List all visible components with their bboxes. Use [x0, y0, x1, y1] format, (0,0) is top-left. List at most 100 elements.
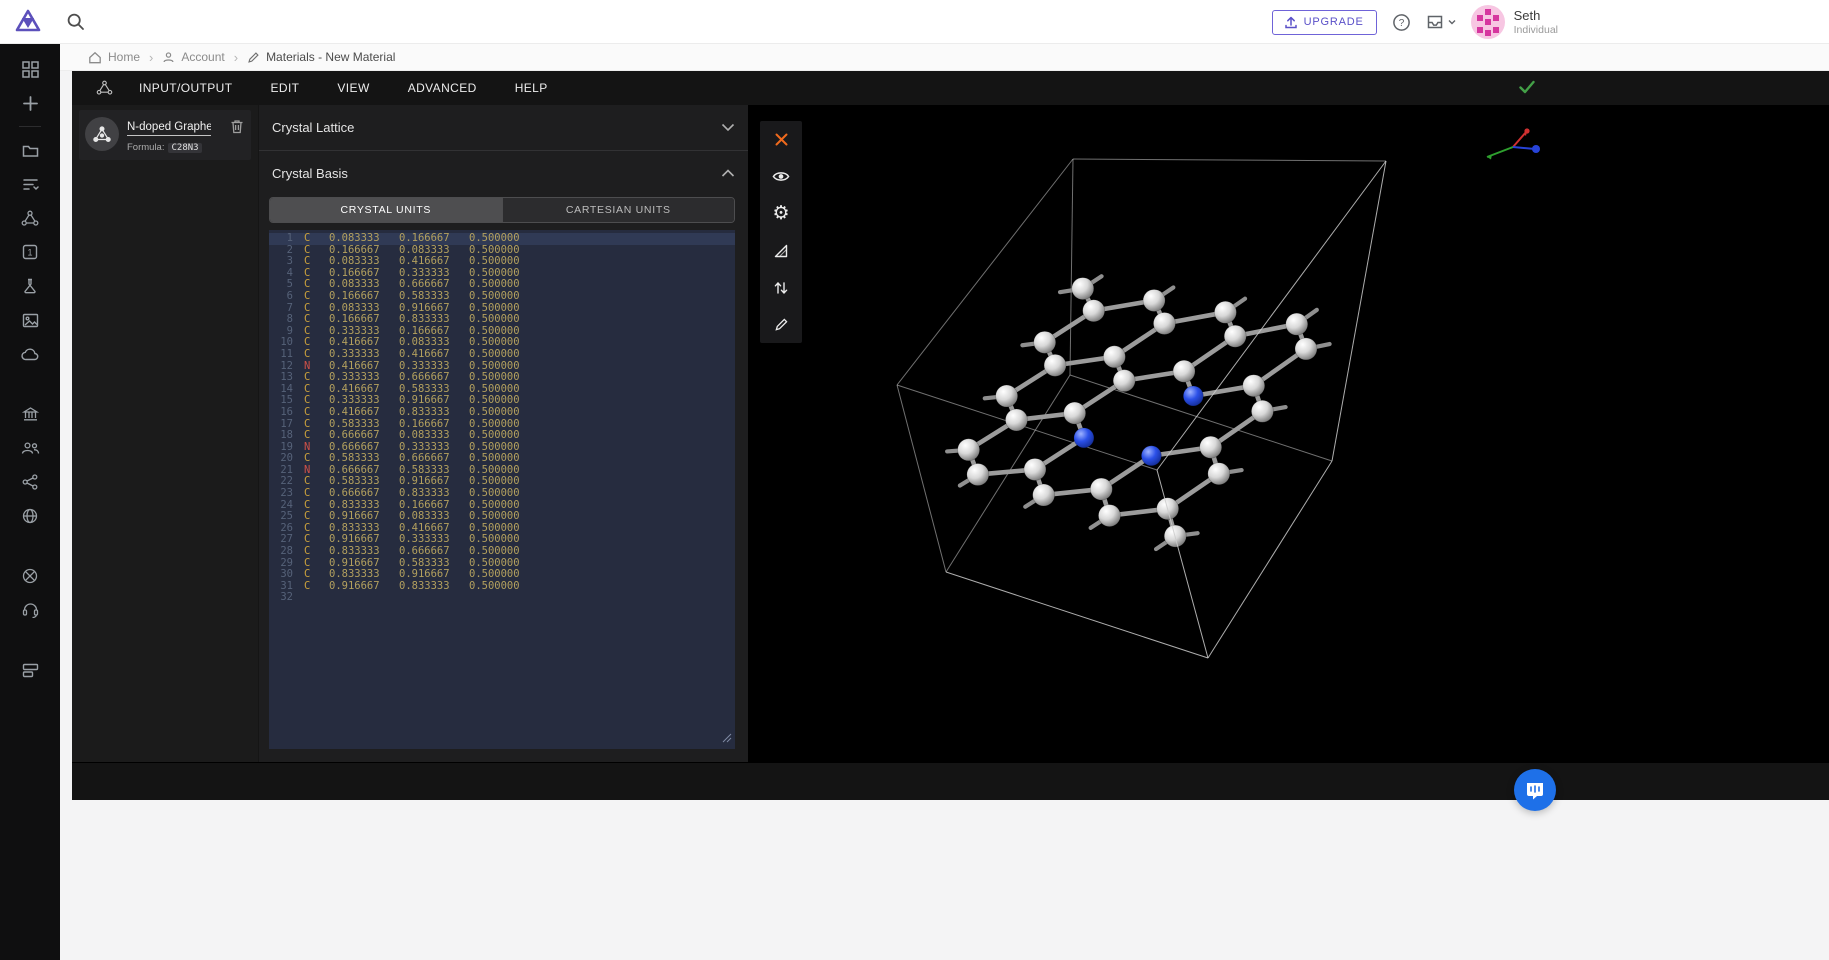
- carbon-atom: [967, 464, 989, 486]
- material-name-input[interactable]: [127, 120, 211, 136]
- svg-text:?: ?: [1398, 18, 1404, 29]
- carbon-atom: [1200, 436, 1222, 458]
- sidebar-media-icon[interactable]: [0, 303, 60, 337]
- carbon-atom: [1153, 312, 1175, 334]
- sidebar-sphere-icon[interactable]: [0, 559, 60, 593]
- chevron-down-icon: [721, 123, 735, 132]
- visibility-button[interactable]: [760, 158, 802, 195]
- material-editor-window: INPUT/OUTPUT EDIT VIEW ADVANCED HELP: [72, 71, 1829, 800]
- home-icon: [88, 51, 102, 64]
- menu-help[interactable]: HELP: [515, 81, 548, 95]
- sidebar-explore-icon[interactable]: [0, 499, 60, 533]
- carbon-atom: [1103, 346, 1125, 368]
- menu-edit[interactable]: EDIT: [270, 81, 299, 95]
- close-icon: [774, 132, 789, 147]
- editor-line: 6C0.1666670.5833330.500000: [269, 291, 735, 303]
- carbon-atom: [1005, 409, 1027, 431]
- carbon-atom: [1224, 325, 1246, 347]
- carbon-atom: [1113, 370, 1135, 392]
- crystal-lattice-accordion[interactable]: Crystal Lattice: [259, 105, 748, 150]
- breadcrumb-home[interactable]: Home: [88, 50, 140, 64]
- app-logo[interactable]: [14, 8, 42, 36]
- help-button[interactable]: ?: [1392, 13, 1411, 32]
- editor-line: 23C0.6666670.8333330.500000: [269, 488, 735, 500]
- settings-button[interactable]: ⚙: [760, 195, 802, 232]
- menu-advanced[interactable]: ADVANCED: [408, 81, 477, 95]
- sidebar-create-icon[interactable]: [0, 86, 60, 120]
- carbon-atom: [1033, 484, 1055, 506]
- viewer-3d[interactable]: ⚙: [748, 105, 1829, 762]
- chat-launcher-button[interactable]: [1514, 769, 1556, 811]
- carbon-atom: [1251, 400, 1273, 422]
- breadcrumb: Home › Account › Materials - New Materia…: [60, 44, 1829, 71]
- sidebar-shared-icon[interactable]: [0, 465, 60, 499]
- molecule-canvas[interactable]: [748, 105, 1829, 762]
- pencil-icon: [247, 51, 260, 64]
- sidebar-dashboard-icon[interactable]: [0, 52, 60, 86]
- upload-icon: [1285, 16, 1297, 29]
- pencil-icon: [774, 317, 789, 332]
- resize-handle[interactable]: [722, 733, 732, 746]
- avatar[interactable]: [1471, 5, 1505, 39]
- person-icon: [162, 51, 175, 64]
- carbon-atom: [1208, 463, 1230, 485]
- measure-button[interactable]: [760, 232, 802, 269]
- sidebar-projects-icon[interactable]: [0, 133, 60, 167]
- sort-axes-button[interactable]: [760, 269, 802, 306]
- basis-code-editor[interactable]: 1C0.0833330.1666670.5000002C0.1666670.08…: [269, 230, 735, 749]
- edit-structure-button[interactable]: [760, 306, 802, 343]
- editor-line: 18C0.6666670.0833330.500000: [269, 430, 735, 442]
- topbar: UPGRADE ?: [0, 0, 1829, 44]
- user-menu[interactable]: Seth Individual: [1471, 5, 1558, 39]
- carbon-atom: [1024, 458, 1046, 480]
- delete-material-button[interactable]: [230, 119, 244, 137]
- material-list-item[interactable]: Formula: C28N3: [79, 110, 251, 160]
- set-square-icon: [773, 243, 789, 259]
- editor-line: 11C0.3333330.4166670.500000: [269, 349, 735, 361]
- sidebar-unit-icon[interactable]: 1: [0, 235, 60, 269]
- tab-cartesian-units[interactable]: CARTESIAN UNITS: [502, 198, 735, 222]
- menu-view[interactable]: VIEW: [337, 81, 369, 95]
- formula-chip: C28N3: [168, 143, 201, 153]
- crystal-basis-title: Crystal Basis: [272, 166, 348, 181]
- carbon-atom: [1083, 300, 1105, 322]
- sidebar-teams-icon[interactable]: [0, 431, 60, 465]
- sidebar-support-icon[interactable]: [0, 593, 60, 627]
- carbon-atom: [1090, 478, 1112, 500]
- breadcrumb-separator: ›: [234, 50, 238, 65]
- sidebar-clusters-icon[interactable]: [0, 337, 60, 371]
- viewer-toolbar: ⚙: [760, 121, 802, 343]
- carbon-atom: [1072, 278, 1094, 300]
- carbon-atom: [1243, 375, 1265, 397]
- sidebar-cards-icon[interactable]: [0, 653, 60, 687]
- chevron-up-icon: [721, 169, 735, 178]
- search-icon[interactable]: [66, 12, 85, 31]
- breadcrumb-account[interactable]: Account: [162, 50, 224, 64]
- carbon-atom: [1173, 360, 1195, 382]
- svg-text:1: 1: [27, 248, 32, 258]
- sidebar-materials-icon[interactable]: [0, 201, 60, 235]
- carbon-atom: [958, 439, 980, 461]
- eye-icon: [772, 170, 790, 183]
- nitrogen-atom: [1074, 428, 1094, 448]
- chevron-down-icon: [1448, 19, 1456, 25]
- axes-triad: [1475, 123, 1547, 171]
- sidebar-divider: [19, 126, 41, 127]
- close-viewer-button[interactable]: [760, 121, 802, 158]
- upgrade-button[interactable]: UPGRADE: [1272, 10, 1377, 35]
- sidebar-organization-icon[interactable]: [0, 397, 60, 431]
- trash-icon: [230, 119, 244, 134]
- sidebar-simulations-icon[interactable]: [0, 269, 60, 303]
- carbon-atom: [1098, 505, 1120, 527]
- save-check-button[interactable]: [1518, 79, 1536, 100]
- breadcrumb-current: Materials - New Material: [247, 50, 395, 64]
- tab-crystal-units[interactable]: CRYSTAL UNITS: [270, 198, 502, 222]
- crystal-basis-accordion[interactable]: Crystal Basis: [259, 151, 748, 196]
- nitrogen-atom: [1141, 446, 1161, 466]
- editor-menubar: INPUT/OUTPUT EDIT VIEW ADVANCED HELP: [72, 71, 1829, 105]
- workspace-footer: [72, 762, 1829, 800]
- units-tabs: CRYSTAL UNITS CARTESIAN UNITS: [269, 197, 735, 223]
- sidebar-jobs-icon[interactable]: [0, 167, 60, 201]
- menu-input-output[interactable]: INPUT/OUTPUT: [139, 81, 232, 95]
- inbox-menu-button[interactable]: [1426, 14, 1456, 31]
